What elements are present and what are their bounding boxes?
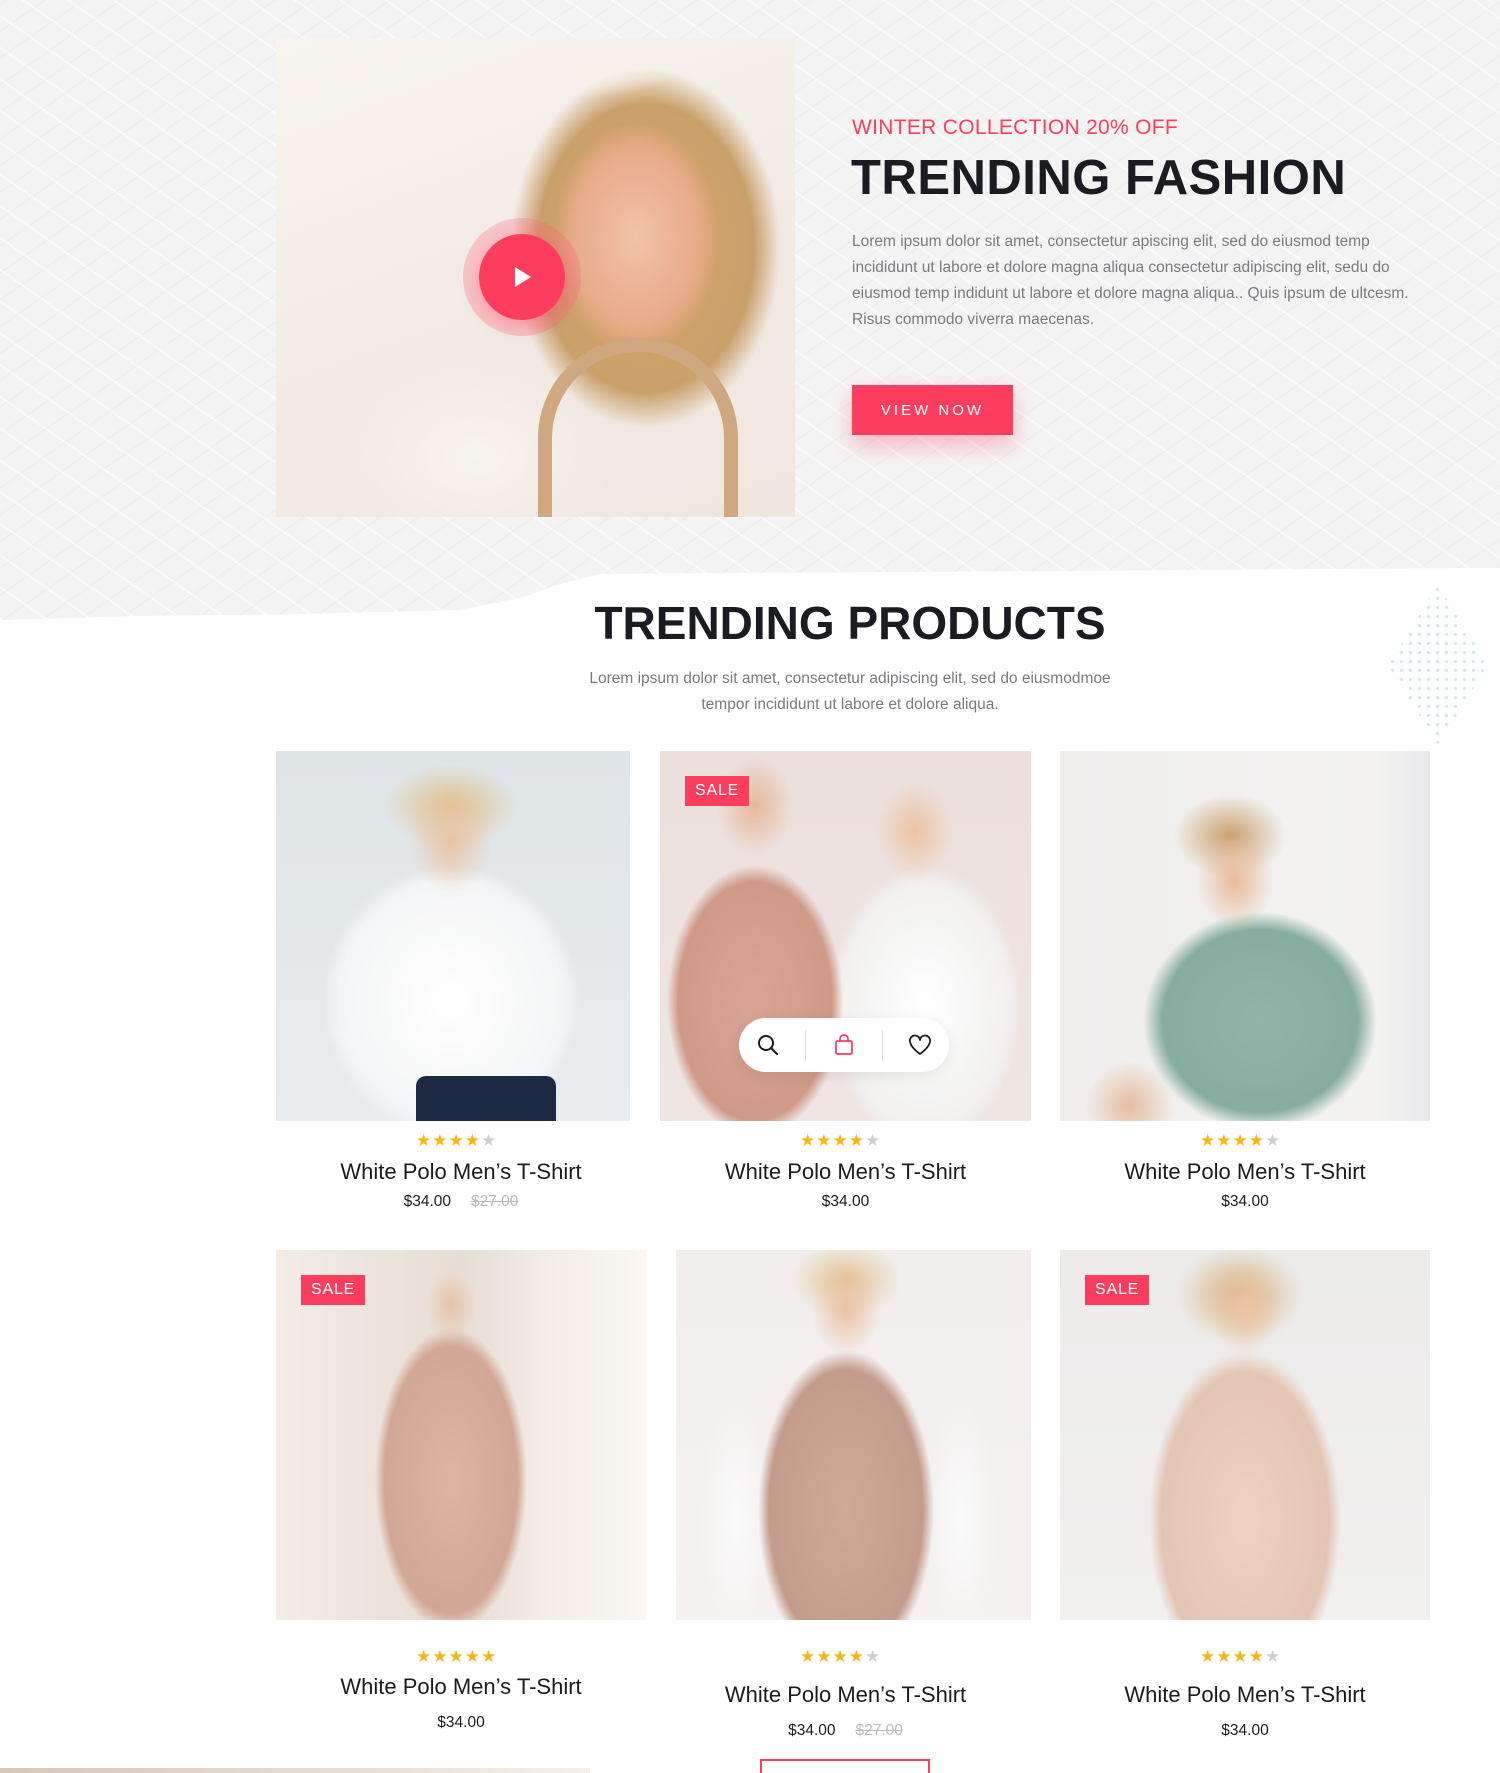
- star-icon: ★: [448, 1647, 464, 1666]
- product-name[interactable]: White Polo Men’s T-Shirt: [1060, 1682, 1430, 1708]
- product-image[interactable]: [1060, 751, 1430, 1121]
- rating-stars: ★ ★ ★ ★ ★: [800, 1648, 880, 1665]
- product-name[interactable]: White Polo Men’s T-Shirt: [660, 1159, 1031, 1185]
- star-icon: ★: [416, 1647, 432, 1666]
- price-row: $34.00 $27.00: [276, 1193, 646, 1211]
- rating-stars: ★ ★ ★ ★ ★: [1200, 1132, 1280, 1149]
- product-image[interactable]: SALE: [276, 1250, 646, 1620]
- star-icon: ★: [481, 1131, 497, 1150]
- product-name[interactable]: White Polo Men’s T-Shirt: [1060, 1159, 1430, 1185]
- quick-view-button[interactable]: [748, 1025, 788, 1065]
- product-skirt: [416, 1076, 556, 1121]
- sale-badge: SALE: [301, 1275, 366, 1305]
- product-price: $34.00: [1221, 1193, 1269, 1210]
- divider: [881, 1030, 883, 1060]
- section-title: TRENDING PRODUCTS: [594, 597, 1106, 649]
- price-row: $34.00: [276, 1714, 646, 1732]
- price-row: $34.00: [1060, 1193, 1430, 1211]
- hero-section: WINTER COLLECTION 20% OFF TRENDING FASHI…: [0, 0, 1500, 620]
- product-image[interactable]: [676, 1250, 1031, 1620]
- load-more-button[interactable]: [760, 1759, 930, 1773]
- product-old-price: $27.00: [855, 1722, 903, 1739]
- product-name[interactable]: White Polo Men’s T-Shirt: [276, 1674, 646, 1700]
- star-icon: ★: [432, 1647, 448, 1666]
- play-icon: [515, 267, 531, 287]
- star-icon: ★: [800, 1131, 816, 1150]
- section-subtitle-line1: Lorem ipsum dolor sit amet, consectetur …: [589, 670, 1111, 687]
- star-icon: ★: [1265, 1131, 1281, 1150]
- search-icon: [757, 1035, 778, 1056]
- product-image[interactable]: [276, 751, 630, 1121]
- star-icon: ★: [416, 1131, 432, 1150]
- section-subtitle-line2: tempor incididunt ut labore et dolore al…: [701, 696, 999, 713]
- product-price: $34.00: [403, 1193, 451, 1210]
- play-video-button[interactable]: [479, 234, 565, 320]
- price-row: $34.00 $27.00: [660, 1722, 1031, 1740]
- star-icon: ★: [832, 1131, 848, 1150]
- star-icon: ★: [1216, 1647, 1232, 1666]
- hero-description: Lorem ipsum dolor sit amet, consectetur …: [852, 233, 1409, 328]
- product-old-price: $27.00: [471, 1193, 519, 1210]
- star-icon: ★: [464, 1131, 480, 1150]
- heart-icon: [909, 1034, 932, 1055]
- sale-badge: SALE: [685, 776, 750, 806]
- star-icon: ★: [1248, 1131, 1264, 1150]
- product-price: $34.00: [788, 1722, 836, 1739]
- product-actions: [739, 1018, 949, 1072]
- star-icon: ★: [448, 1131, 464, 1150]
- wishlist-button[interactable]: [900, 1025, 940, 1065]
- star-icon: ★: [832, 1647, 848, 1666]
- star-icon: ★: [1248, 1647, 1264, 1666]
- product-price: $34.00: [821, 1193, 870, 1210]
- star-icon: ★: [848, 1131, 864, 1150]
- shopping-bag-icon: [835, 1034, 853, 1055]
- price-row: $34.00: [660, 1193, 1031, 1211]
- rating-stars: ★ ★ ★ ★ ★: [416, 1648, 496, 1665]
- star-icon: ★: [865, 1131, 881, 1150]
- rating-stars: ★ ★ ★ ★ ★: [1200, 1648, 1280, 1665]
- add-to-cart-button[interactable]: [824, 1025, 864, 1065]
- section-subtitle: Lorem ipsum dolor sit amet, consectetur …: [0, 666, 1500, 718]
- star-icon: ★: [481, 1647, 497, 1666]
- sale-badge: SALE: [1085, 1275, 1150, 1305]
- star-icon: ★: [1265, 1647, 1281, 1666]
- star-icon: ★: [1200, 1647, 1216, 1666]
- star-icon: ★: [432, 1131, 448, 1150]
- price-row: $34.00: [1060, 1722, 1430, 1740]
- star-icon: ★: [464, 1647, 480, 1666]
- rating-stars: ★ ★ ★ ★ ★: [416, 1132, 496, 1149]
- divider: [805, 1030, 807, 1060]
- play-button-ring: [463, 218, 581, 336]
- product-name[interactable]: White Polo Men’s T-Shirt: [660, 1682, 1031, 1708]
- hero-eyebrow: WINTER COLLECTION 20% OFF: [852, 116, 1179, 139]
- view-now-button[interactable]: VIEW NOW: [852, 385, 1013, 435]
- star-icon: ★: [816, 1131, 832, 1150]
- product-image[interactable]: SALE: [1060, 1250, 1430, 1620]
- star-icon: ★: [816, 1647, 832, 1666]
- product-price: $34.00: [1221, 1722, 1269, 1739]
- product-price: $34.00: [437, 1714, 485, 1731]
- rating-stars: ★ ★ ★ ★ ★: [800, 1132, 880, 1149]
- star-icon: ★: [1232, 1131, 1248, 1150]
- star-icon: ★: [848, 1647, 864, 1666]
- hero-bag-handle: [538, 338, 738, 517]
- product-name[interactable]: White Polo Men’s T-Shirt: [276, 1159, 646, 1185]
- star-icon: ★: [800, 1647, 816, 1666]
- next-section-image-edge: [0, 1768, 590, 1773]
- star-icon: ★: [1216, 1131, 1232, 1150]
- star-icon: ★: [865, 1647, 881, 1666]
- star-icon: ★: [1200, 1131, 1216, 1150]
- hero-title: TRENDING FASHION: [851, 151, 1347, 205]
- star-icon: ★: [1232, 1647, 1248, 1666]
